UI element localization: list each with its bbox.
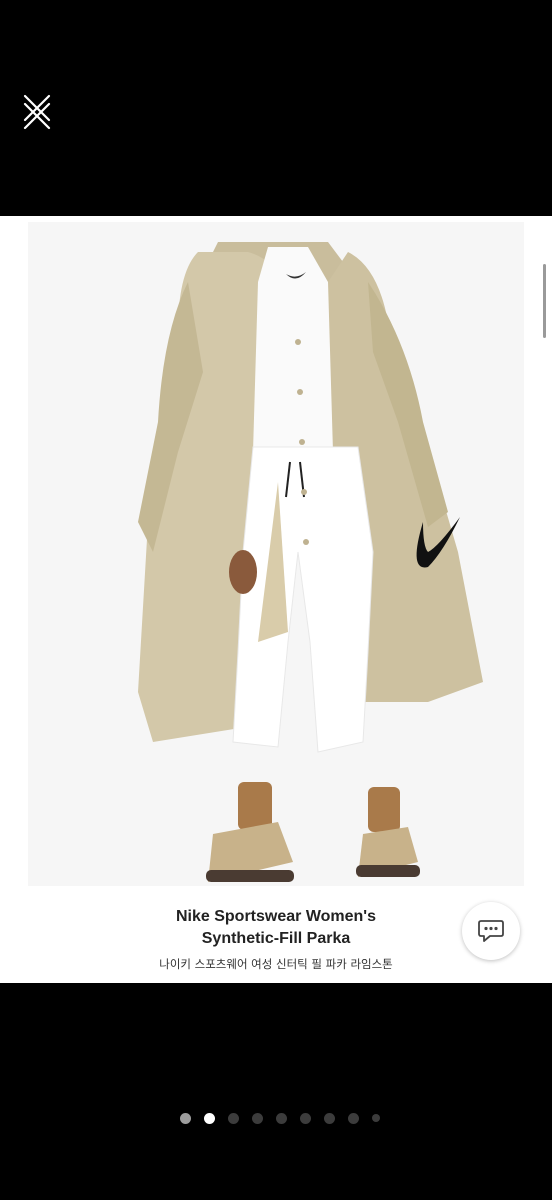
page-dot-2[interactable] <box>204 1112 215 1124</box>
page-dot-4[interactable] <box>252 1112 263 1124</box>
page-dot-3[interactable] <box>228 1112 239 1124</box>
page-indicator <box>4 1110 552 1126</box>
page-dot-7[interactable] <box>324 1112 335 1124</box>
product-subtitle: 나이키 스포츠웨어 여성 신터틱 필 파카 라임스톤 <box>159 957 393 971</box>
page-dot-1[interactable] <box>180 1112 191 1124</box>
product-photo-card[interactable]: Nike Sportswear Women's Synthetic-Fill P… <box>0 216 552 983</box>
scroll-indicator[interactable] <box>543 264 546 338</box>
product-image <box>28 222 524 886</box>
page-dot-6[interactable] <box>300 1112 311 1124</box>
chat-bubble-icon <box>478 920 504 942</box>
close-button[interactable] <box>20 90 54 130</box>
chat-button[interactable] <box>462 902 520 960</box>
parka-illustration <box>28 222 524 886</box>
product-title: Nike Sportswear Women's Synthetic-Fill P… <box>175 908 376 947</box>
page-dot-5[interactable] <box>276 1112 287 1124</box>
page-dot-9[interactable] <box>372 1114 380 1122</box>
image-viewer: Nike Sportswear Women's Synthetic-Fill P… <box>0 0 552 1200</box>
page-dot-8[interactable] <box>348 1112 359 1124</box>
close-x-icon <box>23 94 51 130</box>
